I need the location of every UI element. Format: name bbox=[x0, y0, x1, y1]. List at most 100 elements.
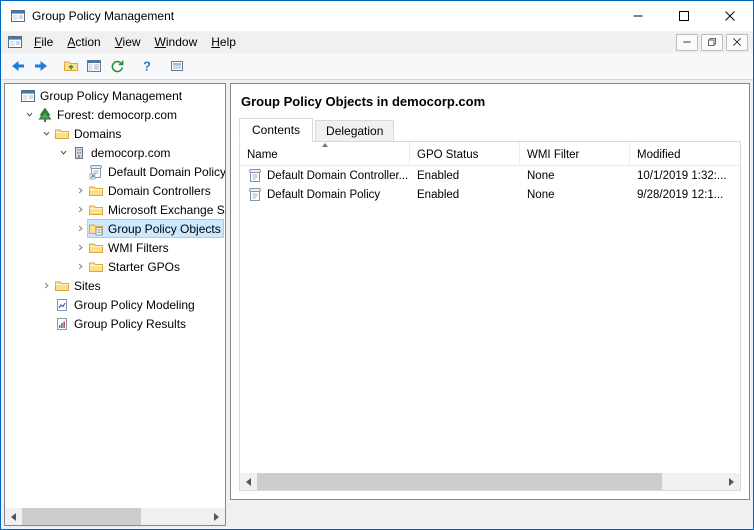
cell-text: Enabled bbox=[417, 170, 459, 182]
maximize-button[interactable] bbox=[661, 1, 707, 31]
cell-text: Default Domain Controller... bbox=[267, 170, 408, 182]
tree-item-label: Group Policy Results bbox=[74, 317, 186, 331]
menu-help[interactable]: Help bbox=[204, 33, 243, 51]
column-header-wmi-filter[interactable]: WMI Filter bbox=[520, 142, 630, 165]
scroll-right-arrow-icon bbox=[729, 478, 734, 486]
export-list-button[interactable] bbox=[165, 55, 188, 78]
console-tree-pane: Group Policy Management Forest: democorp.… bbox=[4, 83, 226, 526]
forward-button[interactable] bbox=[29, 55, 52, 78]
cell-wmi-filter: None bbox=[520, 170, 630, 182]
column-header-modified[interactable]: Modified bbox=[630, 142, 740, 165]
menu-view[interactable]: View bbox=[108, 33, 148, 51]
tree-item-label: Domains bbox=[74, 127, 121, 141]
close-icon bbox=[733, 38, 741, 46]
tab-contents[interactable]: Contents bbox=[239, 118, 313, 142]
tree-item-label: Group Policy Management bbox=[40, 89, 182, 103]
gpo-icon bbox=[247, 168, 263, 184]
chevron-collapsed-icon[interactable] bbox=[40, 281, 53, 290]
show-console-tree-button[interactable] bbox=[82, 55, 105, 78]
tree-item-label: Microsoft Exchange Se bbox=[108, 203, 225, 217]
cell-text: Default Domain Policy bbox=[267, 189, 380, 201]
scroll-track[interactable] bbox=[257, 473, 723, 490]
cell-text: 10/1/2019 1:32:... bbox=[637, 170, 727, 182]
main-area: Group Policy Management Forest: democorp.… bbox=[1, 80, 753, 529]
chevron-collapsed-icon[interactable] bbox=[74, 205, 87, 214]
scroll-left-arrow-icon bbox=[11, 513, 16, 521]
tree-item-democorp-com[interactable]: democorp.com bbox=[5, 143, 225, 162]
domain-icon bbox=[71, 145, 87, 161]
forest-icon bbox=[37, 107, 53, 123]
tree-node: Group Policy Management bbox=[19, 86, 185, 105]
refresh-button[interactable] bbox=[105, 55, 128, 78]
minimize-icon bbox=[633, 11, 643, 21]
list-row-default-domain-controller[interactable]: Default Domain Controller... Enabled None 1… bbox=[240, 166, 740, 185]
tree-item-group-policy-management[interactable]: Group Policy Management bbox=[5, 86, 225, 105]
tree-horizontal-scrollbar[interactable] bbox=[5, 508, 225, 525]
tab-delegation[interactable]: Delegation bbox=[315, 120, 394, 142]
toolbar-separator bbox=[158, 53, 165, 79]
menu-action[interactable]: Action bbox=[60, 33, 107, 51]
scroll-thumb[interactable] bbox=[22, 508, 141, 525]
window-title: Group Policy Management bbox=[32, 9, 174, 23]
tree-item-group-policy-objects[interactable]: Group Policy Objects bbox=[5, 219, 225, 238]
cell-text: 9/28/2019 12:1... bbox=[637, 189, 723, 201]
tree-item-forest-democorp-com[interactable]: Forest: democorp.com bbox=[5, 105, 225, 124]
tree-item-starter-gpos[interactable]: Starter GPOs bbox=[5, 257, 225, 276]
svg-text:?: ? bbox=[143, 59, 151, 74]
tree-node: Domains bbox=[53, 124, 124, 143]
chevron-expanded-icon[interactable] bbox=[23, 110, 36, 119]
tree-item-group-policy-results[interactable]: Group Policy Results bbox=[5, 314, 225, 333]
child-close-button[interactable] bbox=[726, 34, 748, 51]
tree: Group Policy Management Forest: democorp.… bbox=[5, 84, 225, 508]
gpo-icon bbox=[247, 187, 263, 203]
menu-file[interactable]: File bbox=[27, 33, 60, 51]
folder-up-icon bbox=[63, 58, 79, 74]
list-row-default-domain-policy[interactable]: Default Domain PolicyEnabledNone9/28/201… bbox=[240, 185, 740, 204]
scroll-track[interactable] bbox=[22, 508, 208, 525]
chevron-collapsed-icon[interactable] bbox=[74, 224, 87, 233]
up-one-level-button[interactable] bbox=[59, 55, 82, 78]
chevron-expanded-icon[interactable] bbox=[57, 148, 70, 157]
tree-item-default-domain-policy[interactable]: Default Domain Policy bbox=[5, 162, 225, 181]
tree-item-wmi-filters[interactable]: WMI Filters bbox=[5, 238, 225, 257]
minimize-button[interactable] bbox=[615, 1, 661, 31]
help-button[interactable]: ? bbox=[135, 55, 158, 78]
tree-item-microsoft-exchange-se[interactable]: Microsoft Exchange Se bbox=[5, 200, 225, 219]
scroll-left-button[interactable] bbox=[5, 508, 22, 525]
app-icon bbox=[10, 8, 26, 24]
modeling-icon bbox=[54, 297, 70, 313]
list-body[interactable]: Default Domain Controller... Enabled None 1… bbox=[240, 166, 740, 473]
tree-item-sites[interactable]: Sites bbox=[5, 276, 225, 295]
column-header-gpo-status[interactable]: GPO Status bbox=[410, 142, 520, 165]
column-header-name[interactable]: Name bbox=[240, 142, 410, 165]
close-button[interactable] bbox=[707, 1, 753, 31]
tree-node: Group Policy Results bbox=[53, 314, 189, 333]
group-policy-management-window: Group Policy Management FileActionViewWi… bbox=[0, 0, 754, 530]
console-document-icon bbox=[7, 34, 23, 50]
results-pane: Group Policy Objects in democorp.com Con… bbox=[230, 83, 750, 500]
tree-item-label: Forest: democorp.com bbox=[57, 108, 177, 122]
titlebar[interactable]: Group Policy Management bbox=[1, 1, 753, 31]
tree-item-domains[interactable]: Domains bbox=[5, 124, 225, 143]
tree-node: WMI Filters bbox=[87, 238, 172, 257]
back-button[interactable] bbox=[6, 55, 29, 78]
scroll-right-button[interactable] bbox=[208, 508, 225, 525]
toolbar-separator bbox=[128, 53, 135, 79]
chevron-expanded-icon[interactable] bbox=[40, 129, 53, 138]
scroll-right-button[interactable] bbox=[723, 473, 740, 490]
tree-item-domain-controllers[interactable]: Domain Controllers bbox=[5, 181, 225, 200]
chevron-collapsed-icon[interactable] bbox=[74, 186, 87, 195]
menu-window[interactable]: Window bbox=[148, 33, 205, 51]
tree-item-group-policy-modeling[interactable]: Group Policy Modeling bbox=[5, 295, 225, 314]
tree-node: Starter GPOs bbox=[87, 257, 183, 276]
chevron-collapsed-icon[interactable] bbox=[74, 243, 87, 252]
list-horizontal-scrollbar[interactable] bbox=[240, 473, 740, 490]
scroll-thumb[interactable] bbox=[257, 473, 662, 490]
tree-node: Sites bbox=[53, 276, 104, 295]
scroll-left-button[interactable] bbox=[240, 473, 257, 490]
child-restore-button[interactable] bbox=[701, 34, 723, 51]
results-icon bbox=[54, 316, 70, 332]
child-minimize-button[interactable] bbox=[676, 34, 698, 51]
tabs: ContentsDelegation bbox=[231, 118, 749, 142]
chevron-collapsed-icon[interactable] bbox=[74, 262, 87, 271]
